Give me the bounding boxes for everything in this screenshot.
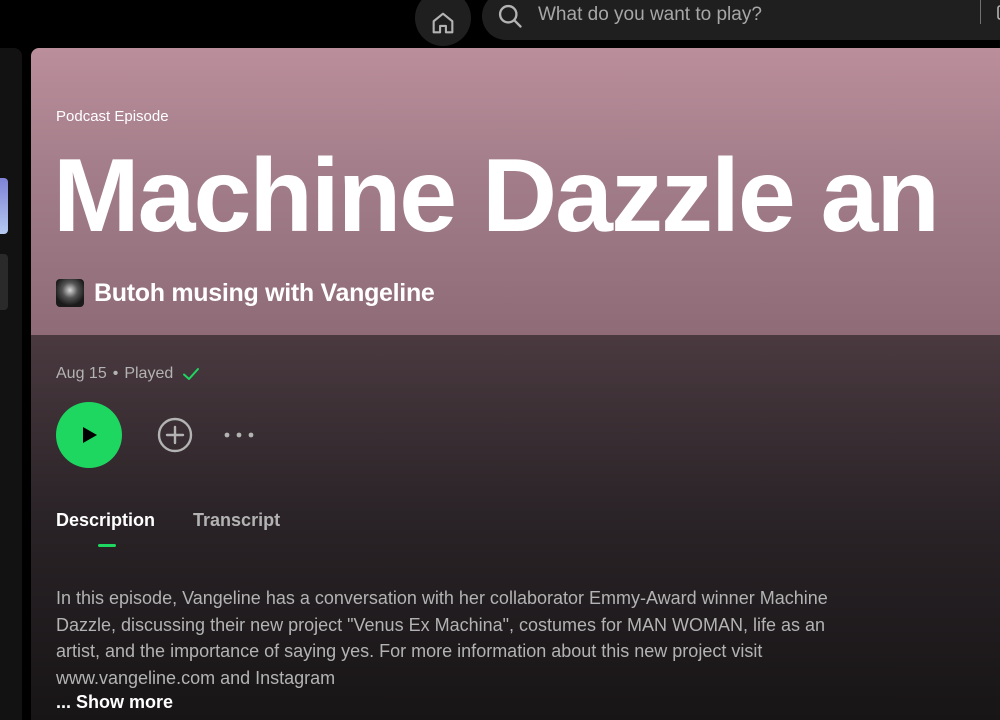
more-options-button[interactable] — [221, 423, 257, 447]
search-icon — [498, 4, 522, 28]
episode-title: Machine Dazzle an — [53, 138, 940, 254]
play-button[interactable] — [56, 402, 122, 468]
search-bar[interactable] — [482, 0, 1000, 40]
more-icon — [224, 432, 254, 438]
episode-tabs: Description Transcript — [56, 510, 318, 547]
played-status: Played — [124, 365, 174, 382]
app-window: Podcast Episode Machine Dazzle an Butoh … — [0, 0, 1000, 720]
episode-description: In this episode, Vangeline has a convers… — [56, 588, 828, 688]
episode-page: Podcast Episode Machine Dazzle an Butoh … — [31, 48, 1000, 720]
show-more-link[interactable]: ... Show more — [56, 692, 173, 713]
play-icon — [83, 427, 97, 443]
show-thumbnail — [56, 279, 84, 307]
episode-header: Podcast Episode Machine Dazzle an Butoh … — [31, 48, 1000, 335]
search-divider — [980, 0, 981, 24]
home-icon — [432, 12, 454, 34]
active-tab-indicator — [98, 544, 116, 547]
search-input[interactable] — [538, 0, 958, 30]
show-name[interactable]: Butoh musing with Vangeline — [94, 279, 435, 308]
library-sidebar — [0, 48, 22, 720]
add-to-library-button[interactable] — [157, 417, 193, 453]
episode-meta: Aug 15 • Played — [56, 364, 201, 384]
tab-transcript[interactable]: Transcript — [193, 510, 280, 531]
library-item-thumbnail[interactable] — [0, 178, 8, 234]
tab-description[interactable]: Description — [56, 510, 155, 531]
episode-type-label: Podcast Episode — [56, 108, 169, 125]
browse-icon[interactable] — [996, 2, 1000, 22]
tab-label: Description — [56, 510, 156, 530]
home-button[interactable] — [415, 0, 471, 46]
top-bar — [0, 0, 1000, 48]
show-link[interactable]: Butoh musing with Vangeline — [56, 278, 435, 308]
tab-label: Transcript — [193, 510, 281, 530]
library-item-thumbnail[interactable] — [0, 254, 8, 310]
meta-separator: • — [112, 365, 119, 382]
plus-circle-icon — [157, 417, 193, 453]
check-icon — [183, 368, 200, 380]
episode-date: Aug 15 — [56, 365, 107, 382]
